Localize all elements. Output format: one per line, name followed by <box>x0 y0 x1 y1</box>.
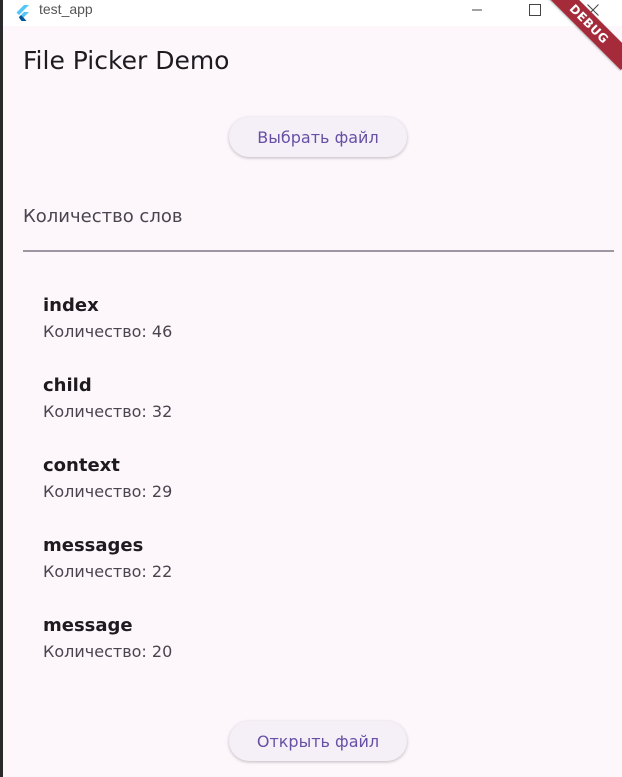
open-file-button[interactable]: Открыть файл <box>229 721 407 761</box>
word-count-input-label: Количество слов <box>23 206 183 227</box>
word-list: index Количество: 46 child Количество: 3… <box>43 294 603 694</box>
list-item: index Количество: 46 <box>43 294 603 374</box>
word-count: Количество: 29 <box>43 482 173 501</box>
word-count: Количество: 46 <box>43 322 173 341</box>
window-title: test_app <box>39 0 93 17</box>
word-count: Количество: 22 <box>43 562 173 581</box>
word-name: messages <box>43 535 144 556</box>
list-item: messages Количество: 22 <box>43 534 603 614</box>
list-item: message Количество: 20 <box>43 614 603 694</box>
maximize-icon <box>529 4 541 16</box>
list-item: child Количество: 32 <box>43 374 603 454</box>
flutter-logo-icon <box>14 5 30 21</box>
title-bar[interactable]: test_app <box>3 0 622 26</box>
word-count-input[interactable]: Количество слов <box>23 190 614 252</box>
word-name: index <box>43 295 99 316</box>
word-name: child <box>43 375 92 396</box>
page-title: File Picker Demo <box>23 46 230 75</box>
minimize-button[interactable] <box>448 0 506 20</box>
word-name: context <box>43 455 120 476</box>
word-count: Количество: 20 <box>43 642 173 661</box>
pick-file-button[interactable]: Выбрать файл <box>229 117 407 157</box>
word-count: Количество: 32 <box>43 402 173 421</box>
minimize-icon <box>472 9 482 11</box>
app-window: test_app DEBUG File Picker Demo Выбрать … <box>3 0 622 777</box>
word-name: message <box>43 615 133 636</box>
list-item: context Количество: 29 <box>43 454 603 534</box>
